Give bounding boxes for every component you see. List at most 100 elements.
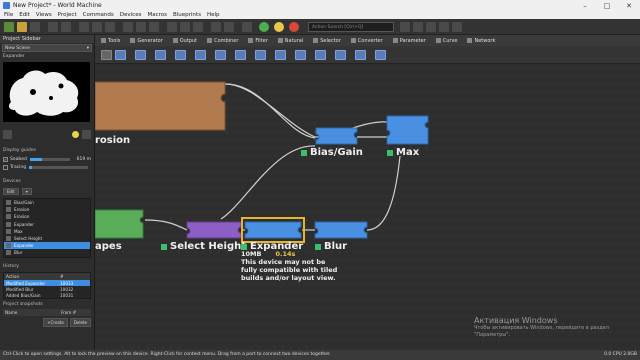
menu-project[interactable]: Project <box>58 12 77 18</box>
save-project-icon[interactable] <box>30 22 40 32</box>
palette-device-12[interactable] <box>315 50 326 60</box>
max-node[interactable] <box>386 115 429 145</box>
erosion-node[interactable] <box>95 81 226 131</box>
action-search-input[interactable]: Action Search [Ctrl+Q] <box>308 22 394 32</box>
tool-d-icon[interactable] <box>439 22 449 32</box>
redo-icon[interactable] <box>61 22 71 32</box>
palette-device-7[interactable] <box>215 50 226 60</box>
palette-device-14[interactable] <box>355 50 366 60</box>
render-icon[interactable] <box>242 22 252 32</box>
tool-a-icon[interactable] <box>400 22 410 32</box>
grid-icon[interactable] <box>167 22 177 32</box>
tab-parameter[interactable]: Parameter <box>392 38 426 44</box>
menu-commands[interactable]: Commands <box>83 12 114 18</box>
world-icon[interactable] <box>211 22 221 32</box>
device-list-item[interactable]: Erosion <box>4 213 90 220</box>
menu-macros[interactable]: Macros <box>147 12 167 18</box>
create-snapshot-button[interactable]: +Create <box>43 318 68 327</box>
palette-device-13[interactable] <box>335 50 346 60</box>
open-project-icon[interactable] <box>17 22 27 32</box>
close-button[interactable]: ✕ <box>618 0 640 11</box>
cut-icon[interactable] <box>79 22 89 32</box>
scene-select[interactable]: New Scene ▾ <box>2 44 92 52</box>
tracing-checkbox[interactable] <box>3 164 8 170</box>
devices-edit-button[interactable]: Edit <box>3 188 19 195</box>
tab-output[interactable]: Output <box>172 38 197 44</box>
menu-devices[interactable]: Devices <box>120 12 142 18</box>
menu-views[interactable]: Views <box>36 12 52 18</box>
tab-selector[interactable]: Selector <box>313 38 341 44</box>
new-project-icon[interactable] <box>4 22 14 32</box>
history-row[interactable]: Modified Expander 10033 <box>4 280 90 286</box>
tab-icon <box>350 38 356 43</box>
build-preview-icon[interactable] <box>274 22 284 32</box>
tab-converter[interactable]: Converter <box>350 38 383 44</box>
layout-icon[interactable] <box>180 22 190 32</box>
tab-filter[interactable]: Filter <box>248 38 268 44</box>
menu-blueprints[interactable]: Blueprints <box>173 12 201 18</box>
palette-device-5[interactable] <box>175 50 186 60</box>
history-row[interactable]: Modified Blur 10032 <box>4 286 90 292</box>
menu-edit[interactable]: Edit <box>19 12 30 18</box>
lightbulb-icon[interactable] <box>72 130 79 138</box>
palette-device-6[interactable] <box>195 50 206 60</box>
node-graph-canvas[interactable]: rosion Bias/Gain Max apes Select Height … <box>95 64 640 350</box>
palette-device-9[interactable] <box>255 50 266 60</box>
menu-help[interactable]: Help <box>207 12 220 18</box>
palette-device-2[interactable] <box>115 50 126 60</box>
preview-tools <box>3 128 91 140</box>
tab-curve[interactable]: Curve <box>435 38 457 44</box>
device-list-item[interactable]: Max <box>4 228 90 235</box>
palette-device-4[interactable] <box>155 50 166 60</box>
paste-icon[interactable] <box>105 22 115 32</box>
device-list-item[interactable]: Select Height <box>4 235 90 242</box>
palette-device-11[interactable] <box>295 50 306 60</box>
zoom-in-icon[interactable] <box>123 22 133 32</box>
stop-build-icon[interactable] <box>289 22 299 32</box>
minimize-button[interactable]: – <box>574 0 596 11</box>
preview-mode-icon[interactable] <box>3 129 12 139</box>
delete-snapshot-button[interactable]: Delete <box>69 318 91 327</box>
device-list-item[interactable]: Expander <box>4 221 90 228</box>
build-icon[interactable] <box>259 22 269 32</box>
select-height-node[interactable] <box>186 221 242 239</box>
device-list-item[interactable]: Bias/Gain <box>4 199 90 206</box>
shapes-node[interactable] <box>95 209 144 239</box>
maximize-button[interactable]: □ <box>596 0 618 11</box>
blur-node[interactable] <box>314 221 368 239</box>
zoom-out-icon[interactable] <box>136 22 146 32</box>
devices-list: Bias/Gain Erosion Erosion Expander Max Select… <box>3 198 91 258</box>
device-list-item[interactable]: Erosion <box>4 206 90 213</box>
bias-gain-node[interactable] <box>315 127 358 145</box>
tool-b-icon[interactable] <box>413 22 423 32</box>
tool-c-icon[interactable] <box>426 22 436 32</box>
device-list-item[interactable]: Expander <box>4 242 90 250</box>
view-icon[interactable] <box>193 22 203 32</box>
zoom-fit-icon[interactable] <box>149 22 159 32</box>
tracing-slider[interactable] <box>29 165 88 169</box>
devices-filter-icon[interactable]: ▾ <box>21 188 32 195</box>
tab-combiner[interactable]: Combiner <box>207 38 238 44</box>
palette-device-15[interactable] <box>375 50 386 60</box>
tool-e-icon[interactable] <box>452 22 462 32</box>
seabed-slider[interactable] <box>29 157 70 161</box>
history-row[interactable]: Added Bias/Gain 10031 <box>4 292 90 298</box>
palette-device-10[interactable] <box>275 50 286 60</box>
palette-device-1[interactable] <box>101 50 112 60</box>
menu-lines-icon[interactable] <box>82 129 91 139</box>
tab-tools[interactable]: Tools <box>101 38 120 44</box>
tab-natural[interactable]: Natural <box>277 38 303 44</box>
preview-image <box>3 62 90 122</box>
tab-network[interactable]: Network <box>467 38 495 44</box>
settings-icon[interactable] <box>224 22 234 32</box>
menu-file[interactable]: File <box>4 12 13 18</box>
heightfield-preview[interactable] <box>3 62 90 122</box>
tab-generator[interactable]: Generator <box>130 38 163 44</box>
palette-device-3[interactable] <box>135 50 146 60</box>
seabed-checkbox[interactable]: ✓ <box>3 156 8 162</box>
undo-icon[interactable] <box>48 22 58 32</box>
palette-device-8[interactable] <box>235 50 246 60</box>
device-list-item[interactable]: Blur <box>4 249 90 256</box>
copy-icon[interactable] <box>92 22 102 32</box>
expander-node[interactable] <box>244 221 302 239</box>
